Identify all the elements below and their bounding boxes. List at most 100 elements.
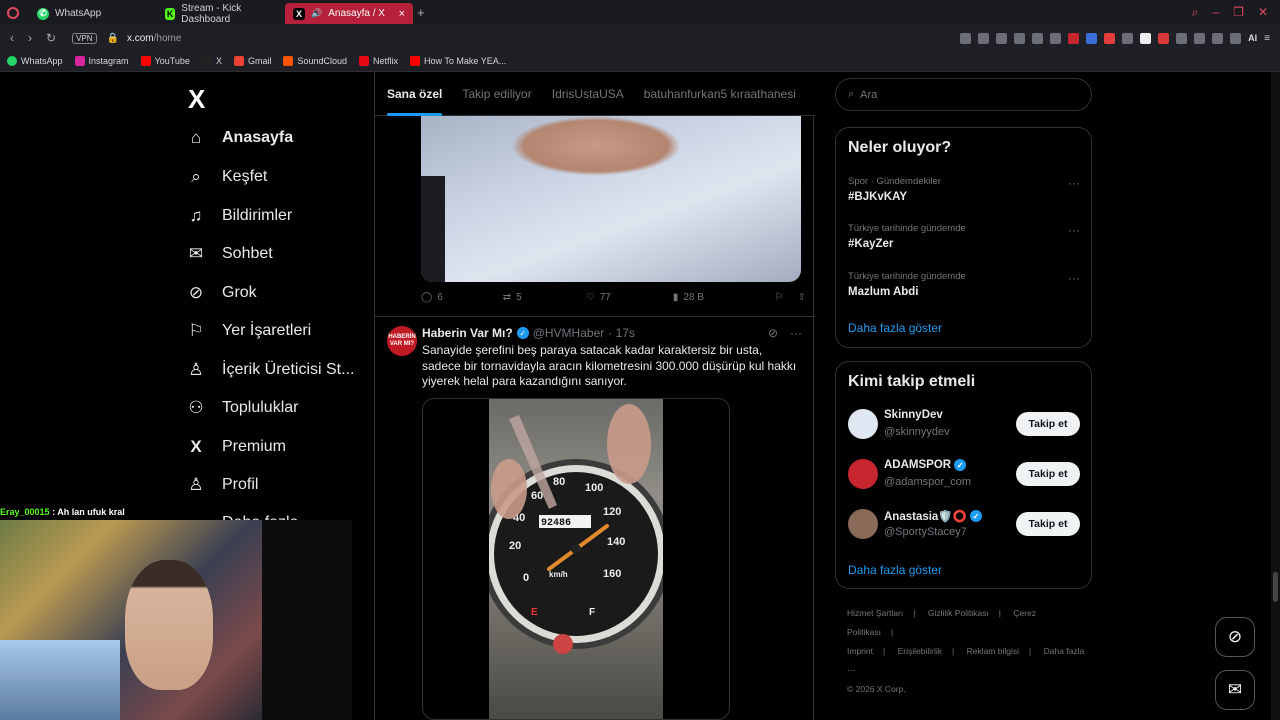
user-handle[interactable]: @adamspor_com	[884, 476, 971, 488]
extension-5-icon[interactable]	[1140, 32, 1152, 44]
user-name-row[interactable]: Anastasia🛡️⭕ ✓	[884, 509, 982, 523]
like-button[interactable]: ♡ 77	[586, 292, 611, 303]
trend-item[interactable]: Türkiye tarihinde gündemde #KayZer ···	[848, 223, 1080, 250]
restore-icon[interactable]: ❐	[1233, 5, 1244, 20]
avatar[interactable]	[848, 459, 878, 489]
follow-button[interactable]: Takip et	[1016, 462, 1080, 486]
search-box[interactable]: ⌕ Ara	[835, 78, 1092, 111]
extension-1-icon[interactable]	[1068, 32, 1080, 44]
more-options-icon[interactable]: ···	[790, 326, 802, 340]
bookmark-youtube[interactable]: YouTube	[140, 56, 190, 66]
avatar[interactable]	[848, 509, 878, 539]
opera-logo-icon[interactable]	[7, 6, 19, 19]
play-icon[interactable]	[1032, 32, 1044, 44]
follow-button[interactable]: Takip et	[1016, 512, 1080, 536]
tweet-video[interactable]: 0 20 40 60 80 100 120 140 160 92486 km/h	[422, 398, 730, 720]
follow-suggestion[interactable]: SkinnyDev @skinnyydev Takip et	[848, 409, 1080, 443]
puzzle-icon[interactable]	[1176, 32, 1188, 44]
avatar[interactable]	[848, 409, 878, 439]
download-icon[interactable]	[1212, 32, 1224, 44]
post-image[interactable]	[421, 116, 801, 282]
share-icon[interactable]: ⇧	[798, 292, 806, 303]
pin-icon[interactable]	[978, 32, 990, 44]
more-options-icon[interactable]: ···	[1068, 223, 1080, 237]
more-options-icon[interactable]: ···	[1068, 176, 1080, 190]
follow-suggestion[interactable]: Anastasia🛡️⭕ ✓ @SportyStacey7 Takip et	[848, 509, 1080, 543]
tab-x-home[interactable]: X 🔊 Anasayfa / X ×	[285, 3, 413, 24]
nav-communities[interactable]: ⚇ Topluluklar	[186, 398, 298, 418]
author-handle[interactable]: @HVMHaber	[533, 326, 605, 340]
page-scrollbar[interactable]	[1271, 72, 1280, 720]
vpn-badge[interactable]: VPN	[72, 32, 97, 44]
tab-list-kiraathane[interactable]: batuhanfurkan5 kıraathanesi	[644, 87, 796, 101]
tab-whatsapp[interactable]: ✆ WhatsApp	[29, 3, 157, 24]
footer-link[interactable]: Reklam bilgisi	[967, 646, 1019, 656]
bookmark-whatsapp[interactable]: WhatsApp	[7, 56, 63, 66]
views-button[interactable]: ▮ 28 B	[673, 292, 704, 303]
user-name[interactable]: SkinnyDev	[884, 409, 943, 421]
bookmark-icon[interactable]: ⚐	[775, 292, 784, 303]
trend-item[interactable]: Spor · Gündemdekiler #BJKvKAY ···	[848, 176, 1080, 203]
nav-grok[interactable]: ⊘ Grok	[186, 283, 257, 303]
footer-link[interactable]: Erişilebilirlik	[898, 646, 942, 656]
nav-messages[interactable]: ✉ Sohbet	[186, 244, 273, 264]
ai-button[interactable]: AI	[1248, 33, 1257, 43]
snapshot-icon[interactable]	[996, 32, 1008, 44]
lock-icon[interactable]: 🔒	[107, 33, 119, 44]
search-input[interactable]: Ara	[860, 89, 877, 101]
bookmark-netflix[interactable]: Netflix	[359, 56, 398, 66]
close-tab-icon[interactable]: ×	[399, 8, 405, 20]
close-window-icon[interactable]: ✕	[1258, 5, 1268, 20]
tab-following[interactable]: Takip ediliyor	[462, 87, 531, 101]
back-icon[interactable]: ‹	[10, 31, 14, 45]
footer-link[interactable]: Imprint	[847, 646, 873, 656]
x-logo-icon[interactable]: X	[188, 84, 205, 115]
show-more-link[interactable]: Daha fazla göster	[848, 321, 942, 335]
tab-for-you[interactable]: Sana özel	[387, 87, 443, 116]
nav-profile[interactable]: ♙ Profil	[186, 475, 258, 495]
footer-link[interactable]: Hizmet Şartları	[847, 608, 903, 618]
url-field[interactable]: x.com/home	[127, 33, 181, 44]
nav-bookmarks[interactable]: ⚐ Yer İşaretleri	[186, 321, 311, 341]
nav-creator-studio[interactable]: ♙ İçerik Üreticisi St...	[186, 360, 354, 380]
extension-3-icon[interactable]	[1104, 32, 1116, 44]
bookmark-instagram[interactable]: Instagram	[74, 56, 129, 66]
bookmark-how-to-make[interactable]: How To Make YEA...	[410, 56, 506, 66]
speaker-icon[interactable]: 🔊	[311, 8, 322, 19]
wallet-icon[interactable]	[1194, 32, 1206, 44]
follow-suggestion[interactable]: ADAMSPOR ✓ @adamspor_com Takip et	[848, 459, 1080, 493]
follow-button[interactable]: Takip et	[1016, 412, 1080, 436]
zoom-icon[interactable]	[960, 32, 972, 44]
extension-6-icon[interactable]	[1158, 32, 1170, 44]
new-tab-button[interactable]: +	[417, 5, 425, 20]
trend-item[interactable]: Türkiye tarihinde gündemde Mazlum Abdi ·…	[848, 271, 1080, 298]
search-tabs-icon[interactable]: ⌕	[1192, 5, 1199, 20]
show-more-link[interactable]: Daha fazla göster	[848, 563, 942, 577]
user-name-row[interactable]: ADAMSPOR ✓	[884, 459, 967, 471]
profile-icon[interactable]	[1230, 32, 1242, 44]
tab-kick-dashboard[interactable]: K Stream - Kick Dashboard	[157, 3, 285, 25]
more-options-icon[interactable]: ···	[1068, 271, 1080, 285]
user-handle[interactable]: @SportyStacey7	[884, 526, 967, 538]
heart-icon[interactable]	[1050, 32, 1062, 44]
shield-icon[interactable]	[1014, 32, 1026, 44]
grok-icon[interactable]: ⊘	[768, 326, 778, 340]
messages-fab-button[interactable]: ✉	[1215, 670, 1255, 710]
footer-link[interactable]: Gizlilik Politikası	[928, 608, 989, 618]
author-name[interactable]: Haberin Var Mı?	[422, 326, 513, 340]
nav-notifications[interactable]: ♫ Bildirimler	[186, 206, 293, 226]
bookmark-soundcloud[interactable]: SoundCloud	[283, 56, 347, 66]
bookmark-x[interactable]: X	[201, 56, 222, 66]
menu-icon[interactable]: ≡	[1264, 33, 1270, 44]
reload-icon[interactable]: ↻	[46, 31, 56, 45]
nav-premium[interactable]: X Premium	[186, 437, 286, 457]
nav-home[interactable]: ⌂ Anasayfa	[186, 128, 293, 148]
avatar[interactable]: HABERİN VAR MI?	[387, 326, 417, 356]
extension-4-icon[interactable]	[1122, 32, 1134, 44]
nav-explore[interactable]: ⌕ Keşfet	[186, 167, 267, 187]
extension-2-icon[interactable]	[1086, 32, 1098, 44]
forward-icon[interactable]: ›	[28, 31, 32, 45]
repost-button[interactable]: ⇄ 5	[503, 292, 522, 303]
bookmark-gmail[interactable]: Gmail	[233, 56, 271, 66]
user-handle[interactable]: @skinnyydev	[884, 426, 950, 438]
